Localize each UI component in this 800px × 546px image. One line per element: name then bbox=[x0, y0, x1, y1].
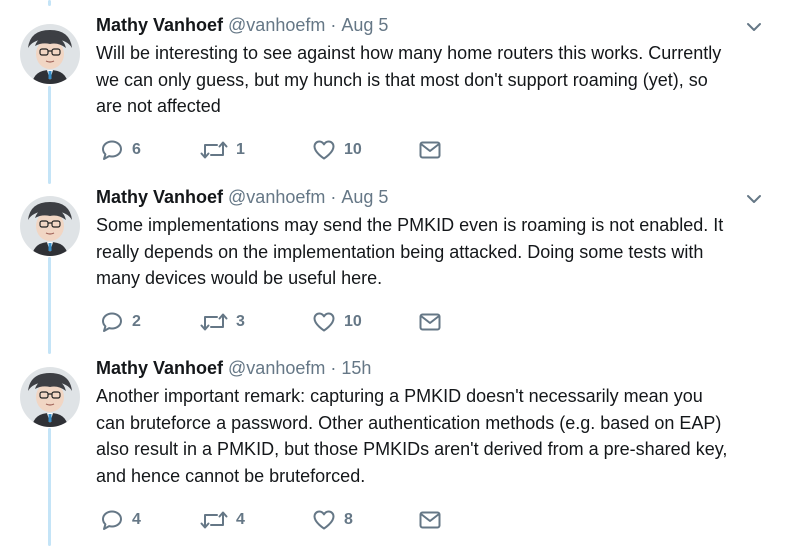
author-name[interactable]: Mathy Vanhoef bbox=[96, 15, 223, 35]
reply-button[interactable]: 6 bbox=[100, 138, 141, 162]
tweet-header: Mathy Vanhoef @vanhoefm · Aug 5 bbox=[96, 14, 388, 36]
retweet-button[interactable]: 1 bbox=[200, 138, 245, 162]
author-name[interactable]: Mathy Vanhoef bbox=[96, 358, 223, 378]
retweet-icon bbox=[200, 511, 228, 529]
tweet-actions: 2 3 10 bbox=[100, 310, 460, 334]
avatar[interactable] bbox=[20, 367, 80, 427]
retweet-count: 1 bbox=[236, 141, 245, 158]
reply-count: 6 bbox=[132, 141, 141, 158]
avatar[interactable] bbox=[20, 24, 80, 84]
message-button[interactable] bbox=[418, 508, 442, 532]
tweet-text: Will be interesting to see against how m… bbox=[96, 43, 722, 116]
reply-count: 2 bbox=[132, 313, 141, 330]
envelope-icon bbox=[419, 313, 441, 331]
thread-line bbox=[48, 0, 51, 6]
separator-dot: · bbox=[330, 358, 337, 378]
message-button[interactable] bbox=[418, 138, 442, 162]
timestamp[interactable]: Aug 5 bbox=[341, 187, 388, 207]
tweet-header: Mathy Vanhoef @vanhoefm · 15h bbox=[96, 357, 371, 379]
reply-button[interactable]: 2 bbox=[100, 310, 141, 334]
envelope-icon bbox=[419, 511, 441, 529]
like-count: 10 bbox=[344, 313, 362, 330]
retweet-icon bbox=[200, 313, 228, 331]
message-button[interactable] bbox=[418, 310, 442, 334]
chevron-down-icon[interactable] bbox=[744, 192, 764, 206]
author-name[interactable]: Mathy Vanhoef bbox=[96, 187, 223, 207]
like-button[interactable]: 8 bbox=[312, 508, 353, 532]
reply-icon bbox=[102, 510, 122, 530]
timestamp[interactable]: 15h bbox=[341, 358, 371, 378]
tweet[interactable]: Mathy Vanhoef @vanhoefm · Aug 5 Some implem… bbox=[0, 186, 800, 346]
retweet-button[interactable]: 3 bbox=[200, 310, 245, 334]
author-handle[interactable]: @vanhoefm bbox=[228, 187, 325, 207]
heart-icon bbox=[313, 510, 335, 530]
tweet-text: Some implementations may send the PMKID … bbox=[96, 215, 724, 288]
tweet-text: Another important remark: capturing a PM… bbox=[96, 386, 728, 486]
like-button[interactable]: 10 bbox=[312, 138, 362, 162]
separator-dot: · bbox=[330, 15, 337, 35]
like-button[interactable]: 10 bbox=[312, 310, 362, 334]
timestamp[interactable]: Aug 5 bbox=[341, 15, 388, 35]
retweet-icon bbox=[200, 141, 228, 159]
tweet[interactable]: Mathy Vanhoef @vanhoefm · Aug 5 Will be int… bbox=[0, 14, 800, 174]
reply-icon bbox=[102, 140, 122, 160]
tweet-actions: 6 1 10 bbox=[100, 138, 460, 162]
envelope-icon bbox=[419, 141, 441, 159]
reply-icon bbox=[102, 312, 122, 332]
author-handle[interactable]: @vanhoefm bbox=[228, 358, 325, 378]
retweet-count: 3 bbox=[236, 313, 245, 330]
avatar[interactable] bbox=[20, 196, 80, 256]
tweet-actions: 4 4 8 bbox=[100, 508, 460, 532]
reply-button[interactable]: 4 bbox=[100, 508, 141, 532]
separator-dot: · bbox=[330, 187, 337, 207]
reply-count: 4 bbox=[132, 511, 141, 528]
author-handle[interactable]: @vanhoefm bbox=[228, 15, 325, 35]
tweet[interactable]: Mathy Vanhoef @vanhoefm · 15h Another impor… bbox=[0, 357, 800, 546]
retweet-count: 4 bbox=[236, 511, 245, 528]
heart-icon bbox=[313, 140, 335, 160]
heart-icon bbox=[313, 312, 335, 332]
tweet-header: Mathy Vanhoef @vanhoefm · Aug 5 bbox=[96, 186, 388, 208]
retweet-button[interactable]: 4 bbox=[200, 508, 245, 532]
chevron-down-icon[interactable] bbox=[744, 20, 764, 34]
like-count: 10 bbox=[344, 141, 362, 158]
like-count: 8 bbox=[344, 511, 353, 528]
